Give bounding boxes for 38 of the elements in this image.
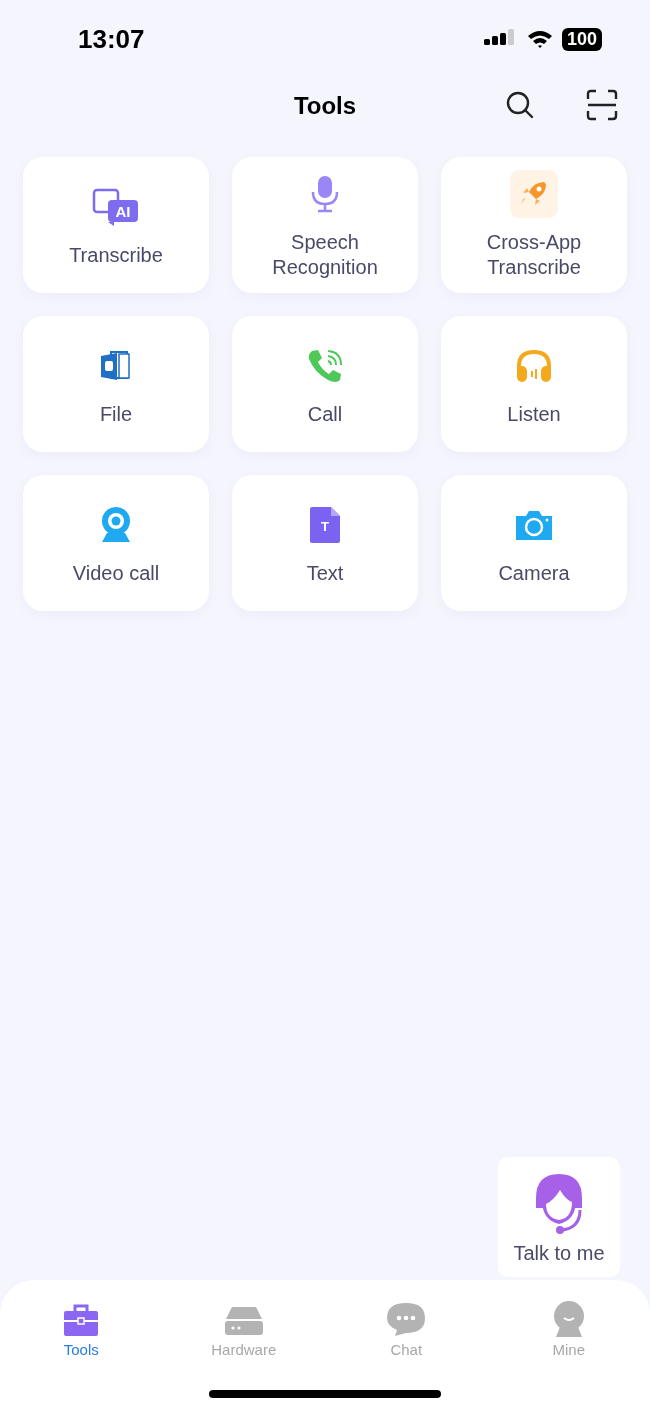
tool-label: Listen bbox=[506, 401, 562, 427]
tool-card[interactable]: Cross-App Transcribe bbox=[441, 157, 627, 293]
headphones-icon bbox=[515, 347, 553, 384]
search-icon[interactable] bbox=[505, 90, 535, 120]
tool-label: Text bbox=[305, 560, 345, 586]
rocket-icon bbox=[510, 170, 558, 218]
tool-label: Speech Recognition bbox=[271, 230, 379, 280]
scan-icon[interactable] bbox=[586, 89, 618, 121]
icon-letter: T bbox=[321, 518, 329, 534]
microphone-icon bbox=[310, 175, 340, 213]
tool-label: Video call bbox=[71, 560, 161, 586]
document-icon bbox=[99, 349, 133, 382]
page-title: Tools bbox=[293, 92, 357, 120]
tool-label: Call bbox=[306, 401, 344, 427]
tool-label: Cross-App Transcribe bbox=[485, 230, 583, 280]
tool-card[interactable]: AI Transcribe bbox=[23, 157, 209, 293]
tool-card[interactable]: Camera bbox=[441, 475, 627, 611]
tool-card[interactable]: Speech Recognition bbox=[232, 157, 418, 293]
tool-card[interactable]: Call bbox=[232, 316, 418, 452]
tool-card[interactable]: File bbox=[23, 316, 209, 452]
tool-label: Camera bbox=[497, 560, 571, 586]
text-file-icon bbox=[310, 506, 340, 543]
tool-card[interactable]: Video call bbox=[23, 475, 209, 611]
toolbox-icon bbox=[63, 1303, 100, 1337]
assistant-button[interactable]: Talk to me bbox=[498, 1157, 620, 1277]
status-time: 13:07 bbox=[78, 23, 145, 55]
tool-label: File bbox=[98, 401, 134, 427]
chat-bubble-icon bbox=[386, 1301, 427, 1337]
person-icon bbox=[551, 1301, 586, 1337]
tool-card[interactable]: Listen bbox=[441, 316, 627, 452]
tool-card[interactable]: T Text bbox=[232, 475, 418, 611]
ai-translate-icon bbox=[92, 188, 138, 226]
icon-letters: AI bbox=[115, 202, 131, 220]
tool-label: Transcribe bbox=[68, 242, 164, 268]
webcam-icon bbox=[99, 505, 133, 544]
battery-level: 100 bbox=[561, 27, 602, 51]
drive-icon bbox=[223, 1305, 264, 1337]
tab-item[interactable]: Tools bbox=[0, 1290, 163, 1358]
